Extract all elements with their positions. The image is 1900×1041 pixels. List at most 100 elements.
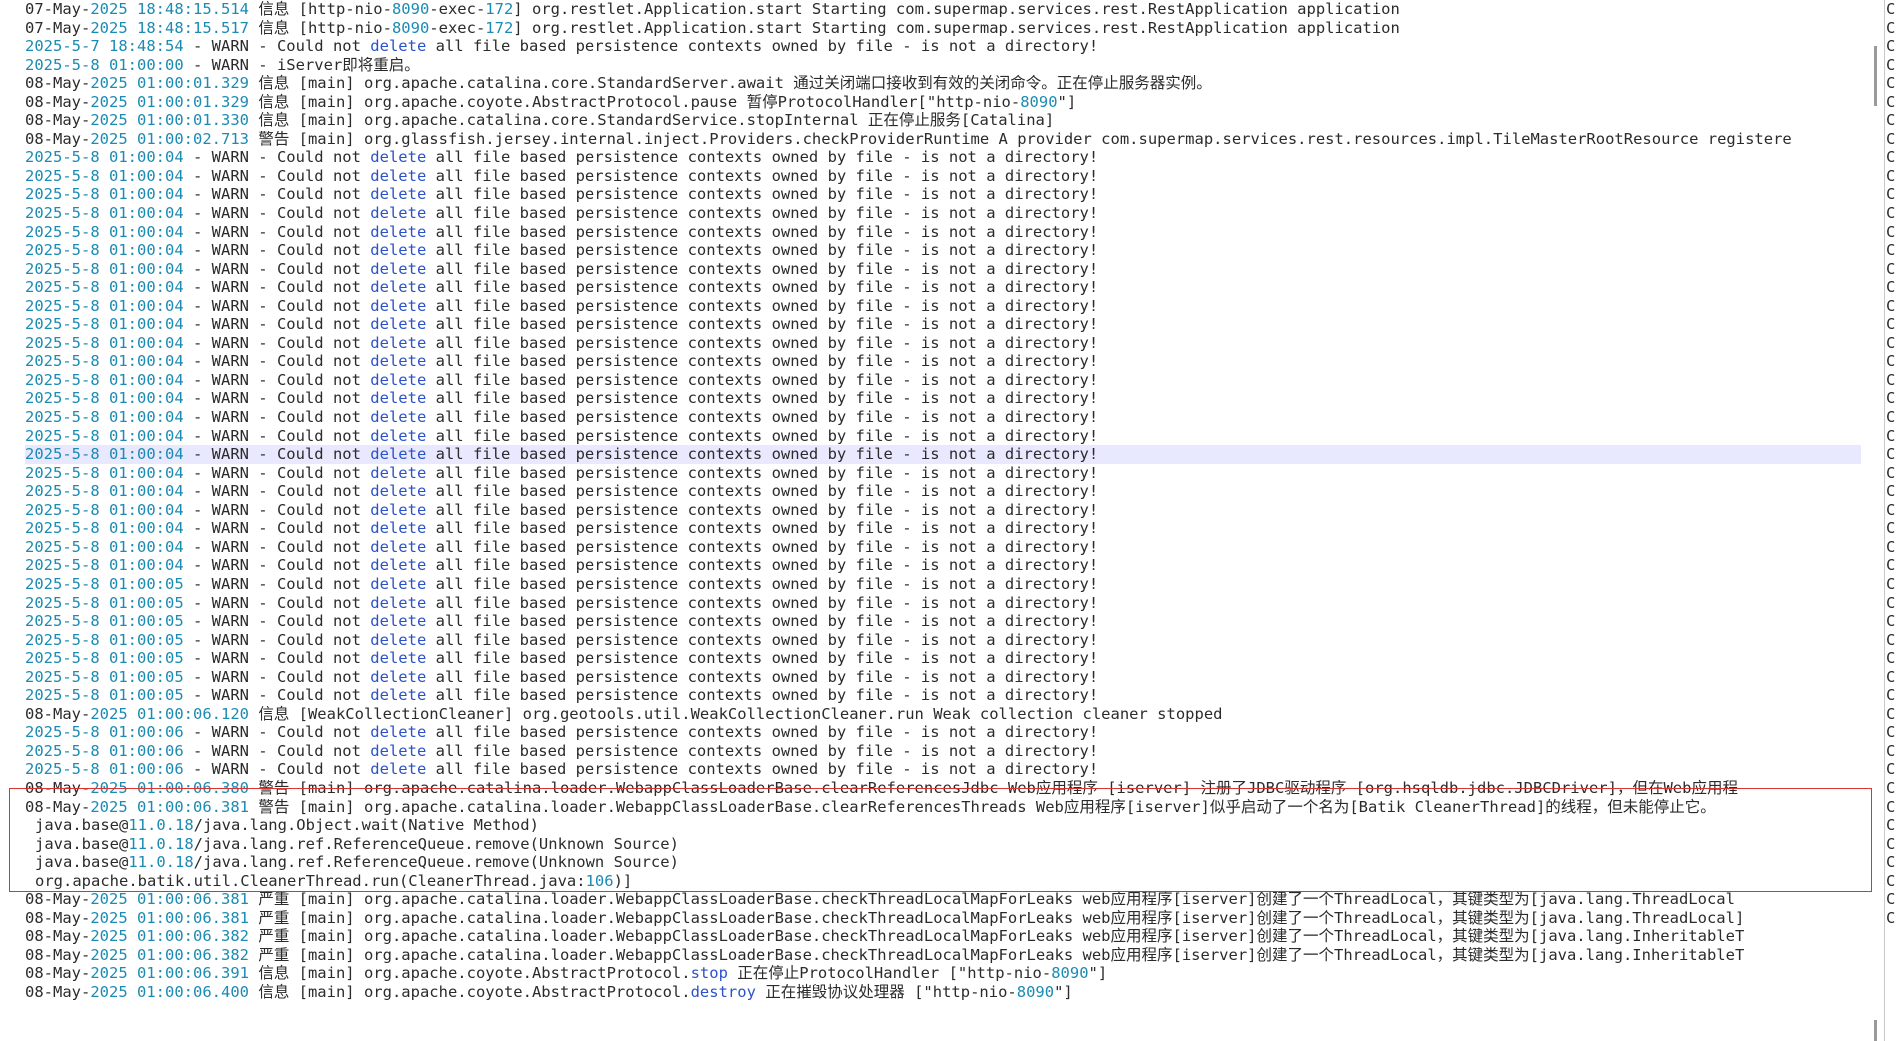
log-line[interactable]: 2025-5-8 01:00:04 - WARN - Could not del… [25, 538, 1861, 557]
log-line[interactable]: 2025-5-8 01:00:04 - WARN - Could not del… [25, 501, 1861, 520]
clipped-adjacent-column: CCCCCCCCCCCCCCCCCCCCCCCCCCCCCCCCCCCCCCCC… [1886, 0, 1900, 1041]
clipped-char: C [1886, 445, 1896, 464]
clipped-char: C [1886, 778, 1896, 797]
clipped-char: C [1886, 92, 1896, 111]
clipped-char: C [1886, 890, 1896, 909]
log-editor[interactable]: 07-May-2025 18:48:15.514 信息 [http-nio-80… [0, 0, 1900, 1041]
log-line[interactable]: 2025-5-8 01:00:06 - WARN - Could not del… [25, 723, 1861, 742]
log-line[interactable]: 2025-5-8 01:00:04 - WARN - Could not del… [25, 260, 1861, 279]
clipped-char: C [1886, 352, 1896, 371]
log-line[interactable]: 08-May-2025 01:00:06.381 警告 [main] org.a… [25, 798, 1861, 817]
clipped-char: C [1886, 166, 1896, 185]
log-line[interactable]: 2025-5-8 01:00:05 - WARN - Could not del… [25, 668, 1861, 687]
log-line[interactable]: java.base@11.0.18/java.lang.ref.Referenc… [25, 835, 1861, 854]
log-text-area[interactable]: 07-May-2025 18:48:15.514 信息 [http-nio-80… [25, 0, 1861, 1041]
log-line[interactable]: 08-May-2025 01:00:06.380 警告 [main] org.a… [25, 779, 1861, 798]
log-line[interactable]: 2025-5-8 01:00:04 - WARN - Could not del… [25, 389, 1861, 408]
log-line[interactable]: 2025-5-8 01:00:04 - WARN - Could not del… [25, 148, 1861, 167]
log-line[interactable]: 2025-5-8 01:00:04 - WARN - Could not del… [25, 315, 1861, 334]
clipped-char: C [1886, 222, 1896, 241]
clipped-char: C [1886, 463, 1896, 482]
clipped-char: C [1886, 723, 1896, 742]
log-line[interactable]: 2025-5-8 01:00:04 - WARN - Could not del… [25, 519, 1861, 538]
log-line[interactable]: 08-May-2025 01:00:01.329 信息 [main] org.a… [25, 74, 1861, 93]
log-line[interactable]: 2025-5-8 01:00:04 - WARN - Could not del… [25, 204, 1861, 223]
log-line[interactable]: 2025-5-8 01:00:04 - WARN - Could not del… [25, 445, 1861, 464]
log-line[interactable]: 2025-5-8 01:00:04 - WARN - Could not del… [25, 464, 1861, 483]
clipped-char: C [1886, 797, 1896, 816]
clipped-char: C [1886, 408, 1896, 427]
log-line[interactable]: 08-May-2025 01:00:06.381 严重 [main] org.a… [25, 909, 1861, 928]
scrollbar-thumb[interactable] [1874, 46, 1877, 106]
clipped-char: C [1886, 816, 1896, 835]
clipped-char: C [1886, 296, 1896, 315]
log-line[interactable]: java.base@11.0.18/java.lang.Object.wait(… [25, 816, 1861, 835]
log-line[interactable]: 08-May-2025 01:00:06.120 信息 [WeakCollect… [25, 705, 1861, 724]
log-line[interactable]: 2025-5-8 01:00:05 - WARN - Could not del… [25, 594, 1861, 613]
right-margin-rule [1884, 0, 1885, 1041]
log-line[interactable]: 2025-5-8 01:00:04 - WARN - Could not del… [25, 278, 1861, 297]
clipped-char: C [1886, 389, 1896, 408]
log-line[interactable]: 2025-5-8 01:00:04 - WARN - Could not del… [25, 408, 1861, 427]
log-line[interactable]: 2025-5-8 01:00:00 - WARN - iServer即将重启。 [25, 56, 1861, 75]
log-line[interactable]: 07-May-2025 18:48:15.514 信息 [http-nio-80… [25, 0, 1861, 19]
clipped-char: C [1886, 760, 1896, 779]
log-line[interactable]: 08-May-2025 01:00:06.400 信息 [main] org.a… [25, 983, 1861, 1002]
log-line[interactable]: 2025-5-8 01:00:04 - WARN - Could not del… [25, 352, 1861, 371]
log-line[interactable]: 2025-5-8 01:00:04 - WARN - Could not del… [25, 297, 1861, 316]
log-line[interactable]: 2025-5-8 01:00:05 - WARN - Could not del… [25, 575, 1861, 594]
log-line[interactable]: 2025-5-8 01:00:05 - WARN - Could not del… [25, 649, 1861, 668]
log-line[interactable]: 07-May-2025 18:48:15.517 信息 [http-nio-80… [25, 19, 1861, 38]
clipped-char: C [1886, 612, 1896, 631]
clipped-char: C [1886, 686, 1896, 705]
log-line[interactable]: 2025-5-8 01:00:04 - WARN - Could not del… [25, 334, 1861, 353]
log-line[interactable]: 2025-5-8 01:00:05 - WARN - Could not del… [25, 686, 1861, 705]
log-line[interactable]: 08-May-2025 01:00:01.329 信息 [main] org.a… [25, 93, 1861, 112]
log-line[interactable]: 2025-5-8 01:00:04 - WARN - Could not del… [25, 556, 1861, 575]
log-line[interactable]: 2025-5-7 18:48:54 - WARN - Could not del… [25, 37, 1861, 56]
clipped-char: C [1886, 500, 1896, 519]
log-line[interactable]: 08-May-2025 01:00:06.381 严重 [main] org.a… [25, 890, 1861, 909]
clipped-char: C [1886, 741, 1896, 760]
log-line[interactable]: 2025-5-8 01:00:04 - WARN - Could not del… [25, 167, 1861, 186]
clipped-char: C [1886, 556, 1896, 575]
editor-gutter [0, 0, 22, 1041]
log-line[interactable]: 2025-5-8 01:00:06 - WARN - Could not del… [25, 742, 1861, 761]
log-line[interactable]: 2025-5-8 01:00:06 - WARN - Could not del… [25, 760, 1861, 779]
clipped-char: C [1886, 315, 1896, 334]
clipped-char: C [1886, 908, 1896, 927]
clipped-char: C [1886, 259, 1896, 278]
clipped-char: C [1886, 0, 1896, 18]
clipped-char: C [1886, 278, 1896, 297]
clipped-char: C [1886, 241, 1896, 260]
clipped-char: C [1886, 667, 1896, 686]
clipped-char: C [1886, 519, 1896, 538]
log-line[interactable]: org.apache.batik.util.CleanerThread.run(… [25, 872, 1861, 891]
log-line[interactable]: 2025-5-8 01:00:04 - WARN - Could not del… [25, 223, 1861, 242]
log-line[interactable]: 2025-5-8 01:00:04 - WARN - Could not del… [25, 185, 1861, 204]
log-line[interactable]: 2025-5-8 01:00:04 - WARN - Could not del… [25, 482, 1861, 501]
clipped-char: C [1886, 482, 1896, 501]
clipped-char: C [1886, 834, 1896, 853]
log-line[interactable]: 2025-5-8 01:00:04 - WARN - Could not del… [25, 427, 1861, 446]
log-line[interactable]: 08-May-2025 01:00:06.382 严重 [main] org.a… [25, 946, 1861, 965]
log-line[interactable]: 08-May-2025 01:00:06.382 严重 [main] org.a… [25, 927, 1861, 946]
log-line[interactable]: 2025-5-8 01:00:04 - WARN - Could not del… [25, 371, 1861, 390]
clipped-char: C [1886, 853, 1896, 872]
scrollbar-thumb-bottom[interactable] [1874, 1020, 1877, 1041]
clipped-char: C [1886, 574, 1896, 593]
clipped-char: C [1886, 333, 1896, 352]
log-line[interactable]: java.base@11.0.18/java.lang.ref.Referenc… [25, 853, 1861, 872]
log-line[interactable]: 2025-5-8 01:00:04 - WARN - Could not del… [25, 241, 1861, 260]
clipped-char: C [1886, 185, 1896, 204]
clipped-char: C [1886, 630, 1896, 649]
log-line[interactable]: 08-May-2025 01:00:02.713 警告 [main] org.g… [25, 130, 1861, 149]
clipped-char: C [1886, 370, 1896, 389]
clipped-char: C [1886, 537, 1896, 556]
clipped-char: C [1886, 704, 1896, 723]
log-line[interactable]: 2025-5-8 01:00:05 - WARN - Could not del… [25, 612, 1861, 631]
log-line[interactable]: 08-May-2025 01:00:01.330 信息 [main] org.a… [25, 111, 1861, 130]
clipped-char: C [1886, 649, 1896, 668]
log-line[interactable]: 08-May-2025 01:00:06.391 信息 [main] org.a… [25, 964, 1861, 983]
log-line[interactable]: 2025-5-8 01:00:05 - WARN - Could not del… [25, 631, 1861, 650]
